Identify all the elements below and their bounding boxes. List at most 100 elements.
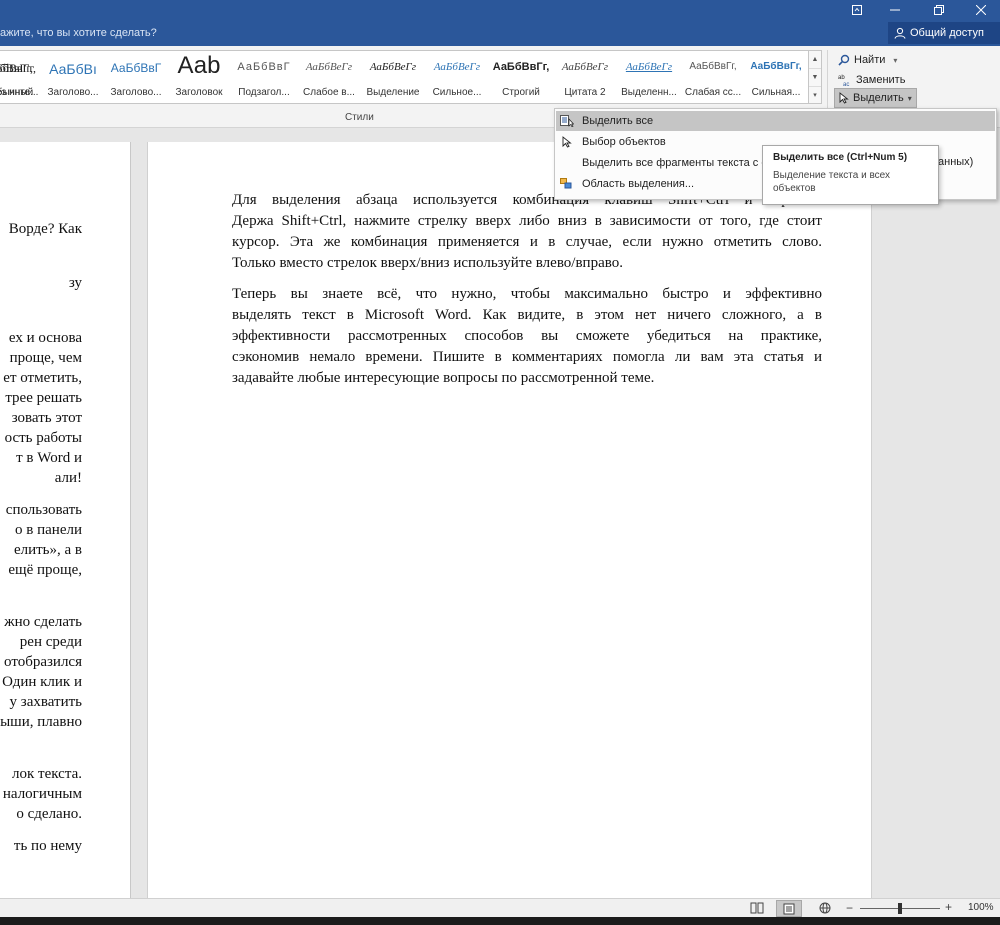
read-mode-icon[interactable]: [750, 902, 764, 914]
search-icon: [838, 54, 850, 66]
style-sample: АаБбВвГг,: [750, 61, 802, 72]
styles-group-label: Стили: [345, 112, 374, 123]
style-name: Слабое в...: [303, 87, 355, 98]
style-subtle-emphasis[interactable]: АаБбВеГг Слабое в...: [298, 51, 360, 103]
text-line: т в Word и: [16, 450, 82, 466]
paragraph[interactable]: Теперь вы знаете всё, что нужно, чтобы м…: [232, 284, 822, 389]
text-line: ех и основа: [8, 330, 82, 346]
chevron-down-icon: ▾: [907, 93, 912, 103]
text-line: трее решать: [5, 390, 82, 406]
text-line: зу: [68, 275, 82, 291]
style-sample: АаБбВвГг,: [689, 61, 737, 72]
menu-item-label: Выбор объектов: [582, 136, 666, 148]
zoom-in-icon[interactable]: +: [945, 900, 952, 914]
replace-label: Заменить: [856, 74, 906, 86]
svg-text:ab: ab: [838, 75, 845, 81]
style-heading1[interactable]: АаБбВı Заголово...: [42, 51, 104, 103]
chevron-down-icon: ▾: [893, 55, 898, 65]
text-line: Один клик и: [2, 674, 82, 690]
style-name: Заголовок: [175, 87, 223, 98]
style-subtle-reference[interactable]: АаБбВвГг, Слабая сс...: [682, 51, 744, 103]
cursor-icon: [560, 135, 574, 149]
tooltip: Выделить все (Ctrl+Num 5) Выделение текс…: [762, 145, 939, 205]
zoom-level[interactable]: 100%: [968, 902, 994, 913]
style-name: Сильная...: [751, 87, 801, 98]
style-sample: АаБбВеГг: [369, 61, 417, 73]
status-bar: − + 100%: [0, 898, 1000, 917]
print-layout-button[interactable]: [776, 900, 802, 917]
blank-icon: [560, 156, 574, 170]
text-line: Ворде? Как: [8, 221, 82, 237]
select-all-icon: [560, 114, 574, 128]
style-title[interactable]: Ааb Заголовок: [168, 51, 230, 103]
word-window: ажите, что вы хотите сделать? Общий дост…: [0, 0, 1000, 925]
style-name: Сильное...: [432, 87, 482, 98]
replace-icon: abac: [838, 75, 849, 87]
zoom-slider-thumb[interactable]: [898, 903, 902, 914]
tooltip-title: Выделить все (Ctrl+Num 5): [773, 152, 908, 163]
style-intense-quote[interactable]: АаБбВеГг Выделенн...: [618, 51, 680, 103]
style-intense-emphasis[interactable]: АаБбВеГг Сильное...: [426, 51, 488, 103]
style-sample: АаБбВвГг,: [0, 61, 33, 75]
paragraph[interactable]: Для выделения абзаца используется комбин…: [232, 190, 822, 274]
previous-page[interactable]: Ворде? Как зу ех и основа проще, чем ет …: [0, 142, 131, 902]
restore-icon[interactable]: [924, 0, 954, 20]
style-sample: АаБбВı: [49, 61, 97, 77]
zoom-out-icon[interactable]: −: [846, 901, 853, 915]
text-line: сэкономив немало времени. Пишите в комме…: [232, 349, 822, 365]
print-layout-icon: [783, 903, 795, 915]
style-quote2[interactable]: АаБбВеГг Цитата 2: [554, 51, 616, 103]
web-layout-icon[interactable]: [818, 902, 832, 914]
style-name: Строгий: [502, 87, 540, 98]
style-sample: АаБбВвГ: [110, 61, 162, 75]
text-line: Теперь вы знаете всё, что нужно, чтобы м…: [232, 286, 822, 302]
style-sample: Ааb: [177, 52, 221, 79]
text-line: Держа Shift+Ctrl, нажмите стрелку вверх …: [232, 213, 822, 229]
style-sample: АаБбВвГг,: [492, 61, 550, 73]
text-line: о сделано.: [16, 806, 82, 822]
share-button[interactable]: Общий доступ: [888, 22, 1000, 44]
style-name: ¶ Без инте...: [0, 87, 39, 98]
style-emphasis[interactable]: АаБбВеГг Выделение: [362, 51, 424, 103]
style-intense-reference[interactable]: АаБбВвГг, Сильная...: [746, 51, 806, 103]
text-line: проще, чем: [9, 350, 82, 366]
style-name: Заголово...: [47, 87, 99, 98]
gallery-more-icon[interactable]: ▾: [809, 87, 821, 105]
text-line: эффективности рассмотренных способов вы …: [232, 328, 822, 344]
share-label: Общий доступ: [910, 27, 984, 39]
style-no-spacing[interactable]: АаБбВвГг, ¶ Без инте...: [0, 51, 42, 103]
text-line: ет отметить,: [3, 370, 82, 386]
replace-button[interactable]: ab ac Заменить: [834, 70, 909, 90]
style-name: Выделенн...: [621, 87, 677, 98]
close-icon[interactable]: [966, 0, 996, 20]
style-sample: АаБбВеГг: [561, 61, 609, 73]
text-line: отобразился: [4, 654, 82, 670]
style-sample: АаБбВвГ: [237, 61, 291, 73]
scroll-up-icon[interactable]: ▲: [809, 51, 821, 69]
text-line: курсор. Эта же комбинация применяется и …: [232, 234, 822, 250]
style-name: Цитата 2: [564, 87, 606, 98]
menu-item-select-all[interactable]: Выделить все: [556, 111, 995, 131]
tell-me-box[interactable]: ажите, что вы хотите сделать?: [0, 27, 157, 39]
ribbon-display-options-icon[interactable]: [842, 0, 872, 20]
style-sample: АаБбВеГг: [625, 61, 673, 73]
text-line: али!: [54, 470, 82, 486]
selection-pane-icon: [560, 177, 574, 191]
tooltip-description: Выделение текста и всех объектов: [773, 170, 890, 194]
minimize-icon[interactable]: [880, 0, 910, 20]
styles-gallery: АаБбВвГг, ¶ Обычный АаБбВвГг, ¶ Без инте…: [0, 50, 822, 104]
gallery-scroll: ▲ ▼ ▾: [808, 50, 822, 104]
text-line: у захватить: [9, 694, 82, 710]
style-strong[interactable]: АаБбВвГг, Строгий: [490, 51, 552, 103]
scroll-down-icon[interactable]: ▼: [809, 69, 821, 87]
person-icon: [894, 27, 906, 39]
style-heading2[interactable]: АаБбВвГ Заголово...: [106, 51, 166, 103]
current-page[interactable]: Для выделения абзаца используется комбин…: [147, 142, 872, 902]
style-name: Выделение: [366, 87, 420, 98]
style-subtitle[interactable]: АаБбВвГ Подзагол...: [232, 51, 296, 103]
select-button[interactable]: Выделить ▾: [834, 88, 917, 108]
text-line: спользовать: [5, 502, 82, 518]
find-button[interactable]: Найти ▾: [834, 50, 901, 70]
find-label: Найти: [854, 54, 886, 66]
cursor-icon: [839, 92, 849, 104]
